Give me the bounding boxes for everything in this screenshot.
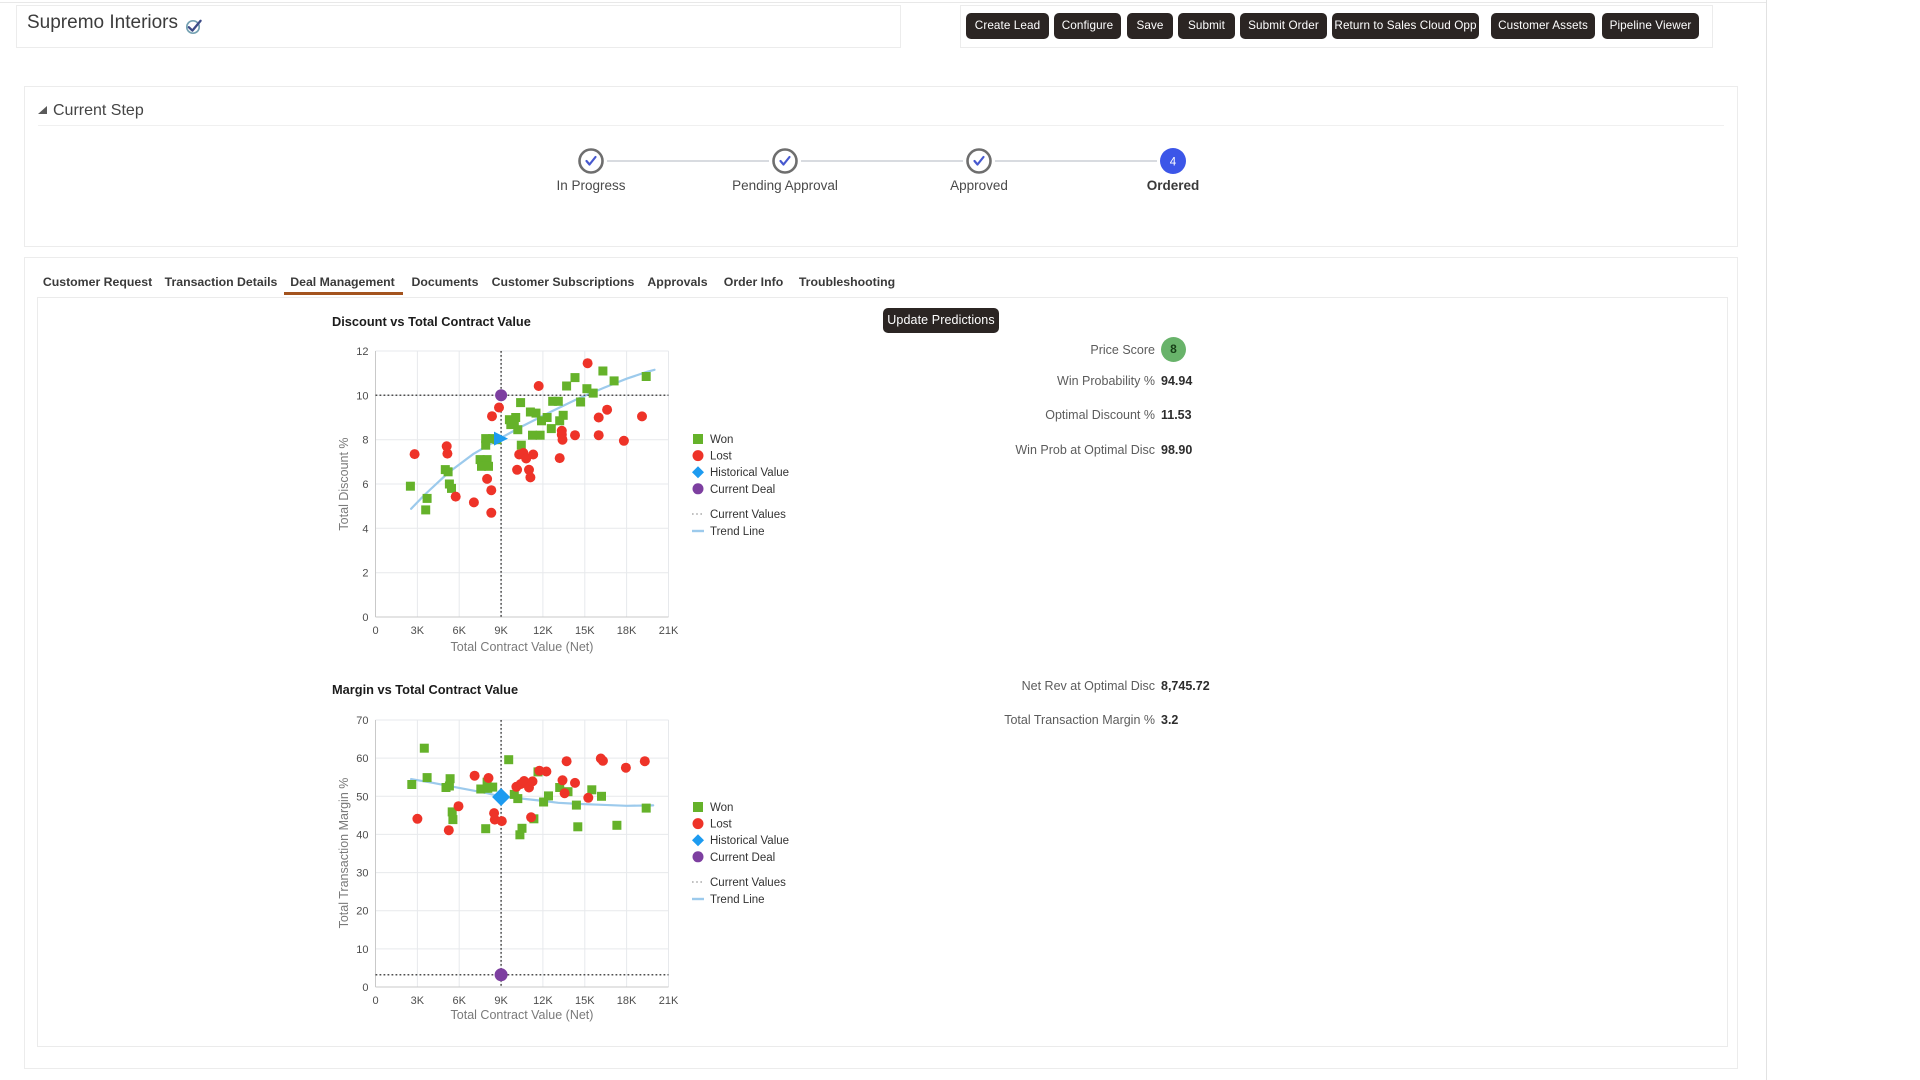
svg-text:Lost: Lost bbox=[710, 819, 733, 831]
svg-text:Historical Value: Historical Value bbox=[710, 835, 789, 847]
svg-text:10: 10 bbox=[356, 944, 368, 956]
svg-text:4: 4 bbox=[362, 523, 368, 535]
svg-text:0: 0 bbox=[372, 995, 378, 1007]
svg-text:15K: 15K bbox=[575, 995, 595, 1007]
svg-text:6K: 6K bbox=[452, 995, 466, 1007]
svg-text:20: 20 bbox=[356, 906, 368, 918]
svg-text:21K: 21K bbox=[659, 995, 679, 1007]
svg-text:Current Values: Current Values bbox=[710, 509, 786, 521]
svg-text:10: 10 bbox=[356, 390, 368, 402]
svg-text:Trend Line: Trend Line bbox=[710, 894, 765, 906]
svg-text:Total Transaction Margin %: Total Transaction Margin % bbox=[337, 778, 351, 929]
svg-text:Lost: Lost bbox=[710, 451, 733, 463]
svg-text:0: 0 bbox=[362, 982, 368, 994]
svg-text:6: 6 bbox=[362, 479, 368, 491]
svg-text:18K: 18K bbox=[617, 625, 637, 637]
svg-text:12: 12 bbox=[356, 346, 368, 358]
svg-text:Won: Won bbox=[710, 802, 733, 814]
svg-text:Total Discount %: Total Discount % bbox=[337, 437, 351, 530]
svg-text:Total Contract Value (Net): Total Contract Value (Net) bbox=[451, 640, 594, 654]
svg-text:70: 70 bbox=[356, 715, 368, 727]
svg-text:12K: 12K bbox=[533, 625, 553, 637]
svg-text:Current Deal: Current Deal bbox=[710, 484, 775, 496]
svg-text:2: 2 bbox=[362, 568, 368, 580]
svg-text:18K: 18K bbox=[617, 995, 637, 1007]
svg-text:Won: Won bbox=[710, 434, 733, 446]
svg-text:50: 50 bbox=[356, 791, 368, 803]
svg-text:Current Values: Current Values bbox=[710, 877, 786, 889]
svg-text:Total Contract Value (Net): Total Contract Value (Net) bbox=[451, 1008, 594, 1022]
svg-text:12K: 12K bbox=[533, 995, 553, 1007]
svg-text:9K: 9K bbox=[494, 995, 508, 1007]
svg-text:15K: 15K bbox=[575, 625, 595, 637]
svg-text:9K: 9K bbox=[494, 625, 508, 637]
svg-text:6K: 6K bbox=[452, 625, 466, 637]
svg-text:21K: 21K bbox=[659, 625, 679, 637]
svg-text:3K: 3K bbox=[411, 995, 425, 1007]
svg-text:60: 60 bbox=[356, 753, 368, 765]
svg-text:Current Deal: Current Deal bbox=[710, 852, 775, 864]
svg-text:Trend Line: Trend Line bbox=[710, 526, 765, 538]
svg-text:0: 0 bbox=[362, 612, 368, 624]
svg-text:0: 0 bbox=[372, 625, 378, 637]
svg-text:8: 8 bbox=[362, 435, 368, 447]
svg-text:3K: 3K bbox=[411, 625, 425, 637]
svg-text:40: 40 bbox=[356, 829, 368, 841]
svg-text:Historical Value: Historical Value bbox=[710, 467, 789, 479]
svg-text:30: 30 bbox=[356, 868, 368, 880]
